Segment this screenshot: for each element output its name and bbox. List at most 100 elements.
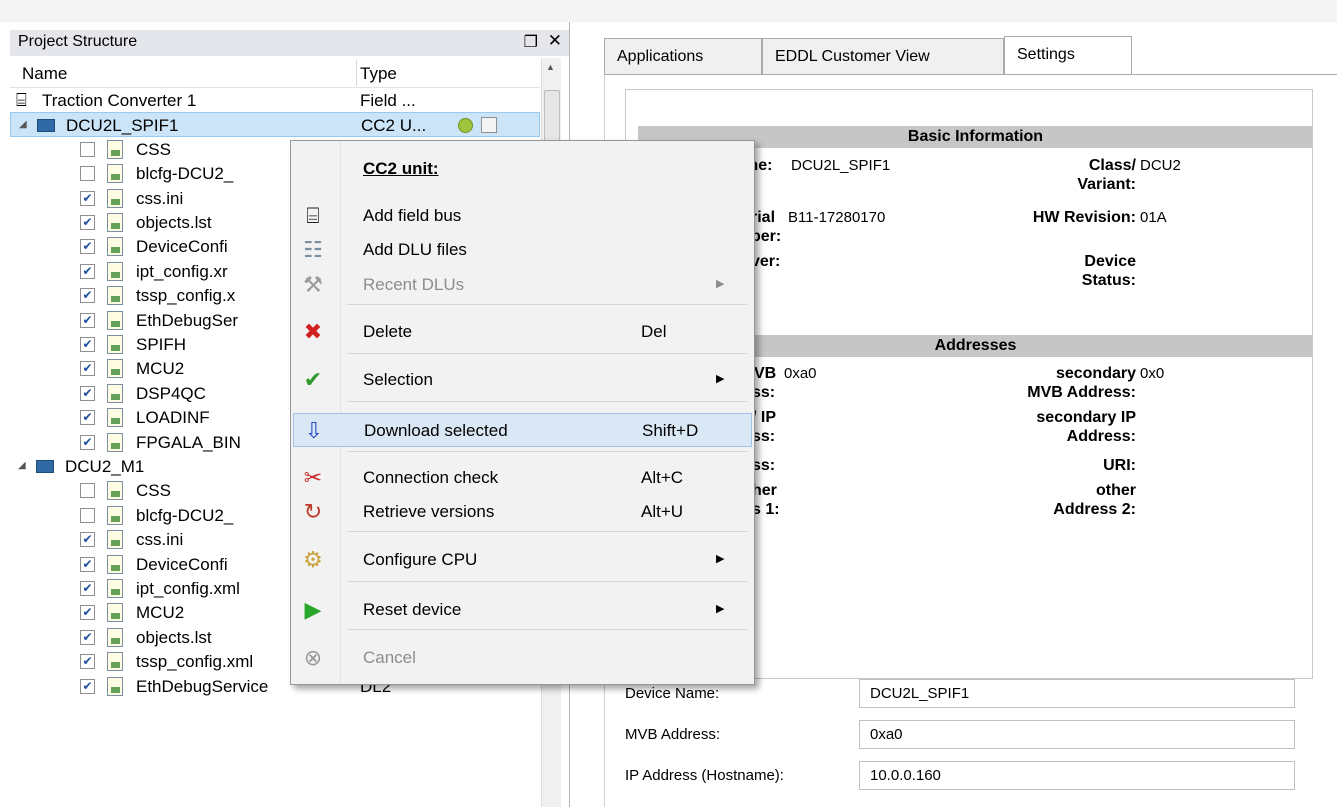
- tab-applications[interactable]: Applications: [604, 38, 762, 74]
- file-icon: [107, 188, 123, 208]
- float-panel-icon[interactable]: ❐: [524, 32, 538, 52]
- menu-item-connection-check[interactable]: ✂ Connection check Alt+C: [293, 461, 752, 495]
- menu-item-cancel[interactable]: ⊗ Cancel: [293, 641, 752, 675]
- menu-item-shortcut: Shift+D: [642, 421, 699, 440]
- tree-item-name: css.ini: [136, 530, 184, 550]
- context-menu-header: CC2 unit:: [363, 159, 439, 178]
- menu-separator: [347, 531, 747, 532]
- file-icon: [107, 383, 123, 403]
- submenu-arrow-icon: ▶: [716, 553, 725, 565]
- file-checkbox[interactable]: ✔: [80, 215, 95, 230]
- menu-separator: [347, 629, 747, 630]
- file-checkbox[interactable]: ✔: [80, 556, 95, 572]
- tree-item-name: MCU2: [136, 603, 185, 623]
- tab-settings[interactable]: Settings: [1004, 36, 1132, 76]
- ip-label-2: ss:: [752, 428, 776, 445]
- panel-title: Project Structure: [18, 33, 138, 50]
- class-value: DCU2: [1140, 157, 1181, 174]
- expand-triangle-icon[interactable]: ◢: [18, 460, 26, 471]
- hw-revision-value: 01A: [1140, 209, 1167, 226]
- uri-label: URI:: [1103, 457, 1136, 474]
- tree-item-name: DSP4QC: [136, 383, 206, 403]
- file-checkbox[interactable]: [80, 507, 95, 523]
- file-checkbox[interactable]: ✔: [80, 410, 95, 426]
- menu-item-recent-dlus[interactable]: ⚒ Recent DLUs ▶: [293, 268, 752, 302]
- close-panel-icon[interactable]: ✕: [548, 31, 562, 51]
- file-checkbox[interactable]: ✔: [80, 605, 95, 621]
- file-checkbox[interactable]: ✔: [80, 629, 95, 645]
- file-checkbox[interactable]: ✔: [80, 385, 95, 401]
- tree-item-name: tssp_config.x: [136, 286, 236, 306]
- file-checkbox[interactable]: ✔: [80, 190, 95, 206]
- tree-item-name: CSS: [136, 139, 171, 159]
- ip-address-field-label: IP Address (Hostname):: [625, 767, 784, 784]
- tree-item-name: EthDebugService: [136, 676, 269, 696]
- column-separator[interactable]: [356, 60, 357, 86]
- menu-item-label: Download selected: [364, 421, 508, 440]
- file-checkbox[interactable]: [80, 483, 95, 499]
- checkmark-icon: ✔: [303, 367, 323, 392]
- file-checkbox[interactable]: [80, 166, 95, 182]
- file-checkbox[interactable]: ✔: [80, 532, 95, 548]
- menu-item-shortcut: Alt+U: [641, 502, 684, 521]
- menu-item-delete[interactable]: ✖ Delete Del: [293, 315, 752, 349]
- file-icon: [107, 237, 123, 257]
- column-header-name[interactable]: Name: [22, 64, 67, 84]
- tree-column-header: Name Type: [10, 58, 540, 88]
- device-status-label-2: Status:: [1081, 272, 1136, 289]
- hw-revision-label: HW Revision:: [1032, 209, 1136, 226]
- toolbar: [0, 0, 1337, 22]
- tree-item-name: Traction Converter 1: [42, 91, 197, 110]
- menu-item-add-field-bus[interactable]: ⌸ Add field bus: [293, 199, 752, 233]
- file-checkbox[interactable]: ✔: [80, 239, 95, 255]
- play-icon: ▶: [304, 597, 322, 622]
- file-checkbox[interactable]: ✔: [80, 434, 95, 450]
- other-address-2-label-2: Address 2:: [1053, 501, 1136, 518]
- tab-eddl-customer-view[interactable]: EDDL Customer View: [762, 38, 1004, 74]
- column-header-type[interactable]: Type: [360, 64, 397, 84]
- fieldbus-icon: ⌸: [16, 90, 27, 110]
- menu-item-shortcut: Del: [641, 322, 667, 341]
- secondary-mvb-label: secondary: [1055, 365, 1136, 382]
- tree-unit-row[interactable]: ◢ DCU2L_SPIF1 CC2 U...: [10, 112, 540, 138]
- retrieve-versions-icon: ↻: [303, 499, 323, 524]
- other-address-1-label: her: [752, 482, 777, 499]
- file-checkbox[interactable]: ✔: [80, 654, 95, 670]
- tree-item-name: DCU2_M1: [65, 457, 145, 476]
- menu-item-label: Connection check: [363, 468, 499, 487]
- file-checkbox[interactable]: ✔: [80, 263, 95, 279]
- device-name-field[interactable]: DCU2L_SPIF1: [859, 679, 1295, 708]
- menu-item-add-dlu-files[interactable]: ☷ Add DLU files: [293, 233, 752, 267]
- menu-item-label: Retrieve versions: [363, 502, 495, 521]
- device-status-label: Device: [1084, 253, 1136, 270]
- file-icon: [107, 432, 123, 452]
- file-icon: [107, 139, 123, 159]
- file-checkbox[interactable]: ✔: [80, 361, 95, 377]
- file-checkbox[interactable]: [80, 141, 95, 157]
- file-checkbox[interactable]: ✔: [80, 337, 95, 352]
- submenu-arrow-icon: ▶: [716, 373, 725, 385]
- menu-item-download-selected[interactable]: ⇩ Download selected Shift+D: [293, 413, 752, 447]
- file-checkbox[interactable]: ✔: [80, 288, 95, 304]
- menu-item-label: Delete: [363, 322, 413, 341]
- scroll-up-icon[interactable]: ▲: [546, 62, 555, 72]
- tree-item-name: objects.lst: [136, 213, 212, 232]
- expand-triangle-icon[interactable]: ◢: [19, 119, 27, 130]
- address-label: ss:: [752, 457, 776, 474]
- menu-item-reset-device[interactable]: ▶ Reset device ▶: [293, 593, 752, 627]
- menu-item-configure-cpu[interactable]: ⚙ Configure CPU ▶: [293, 543, 752, 577]
- ip-address-field[interactable]: 10.0.0.160: [859, 761, 1295, 790]
- file-checkbox[interactable]: ✔: [80, 581, 95, 596]
- file-checkbox[interactable]: ✔: [80, 678, 95, 694]
- file-icon: [107, 359, 123, 379]
- file-checkbox[interactable]: ✔: [80, 312, 95, 328]
- unit-checkbox[interactable]: [481, 117, 497, 134]
- menu-item-selection[interactable]: ✔ Selection ▶: [293, 363, 752, 397]
- file-icon: [107, 213, 123, 232]
- menu-item-retrieve-versions[interactable]: ↻ Retrieve versions Alt+U: [293, 495, 752, 529]
- menu-item-label: Cancel: [363, 648, 416, 667]
- tree-fieldbus-row[interactable]: ⌸ Traction Converter 1 Field ...: [10, 88, 540, 113]
- mvb-address-field[interactable]: 0xa0: [859, 720, 1295, 749]
- tree-item-name: SPIFH: [136, 335, 187, 354]
- fieldbus-icon: ⌸: [306, 203, 320, 228]
